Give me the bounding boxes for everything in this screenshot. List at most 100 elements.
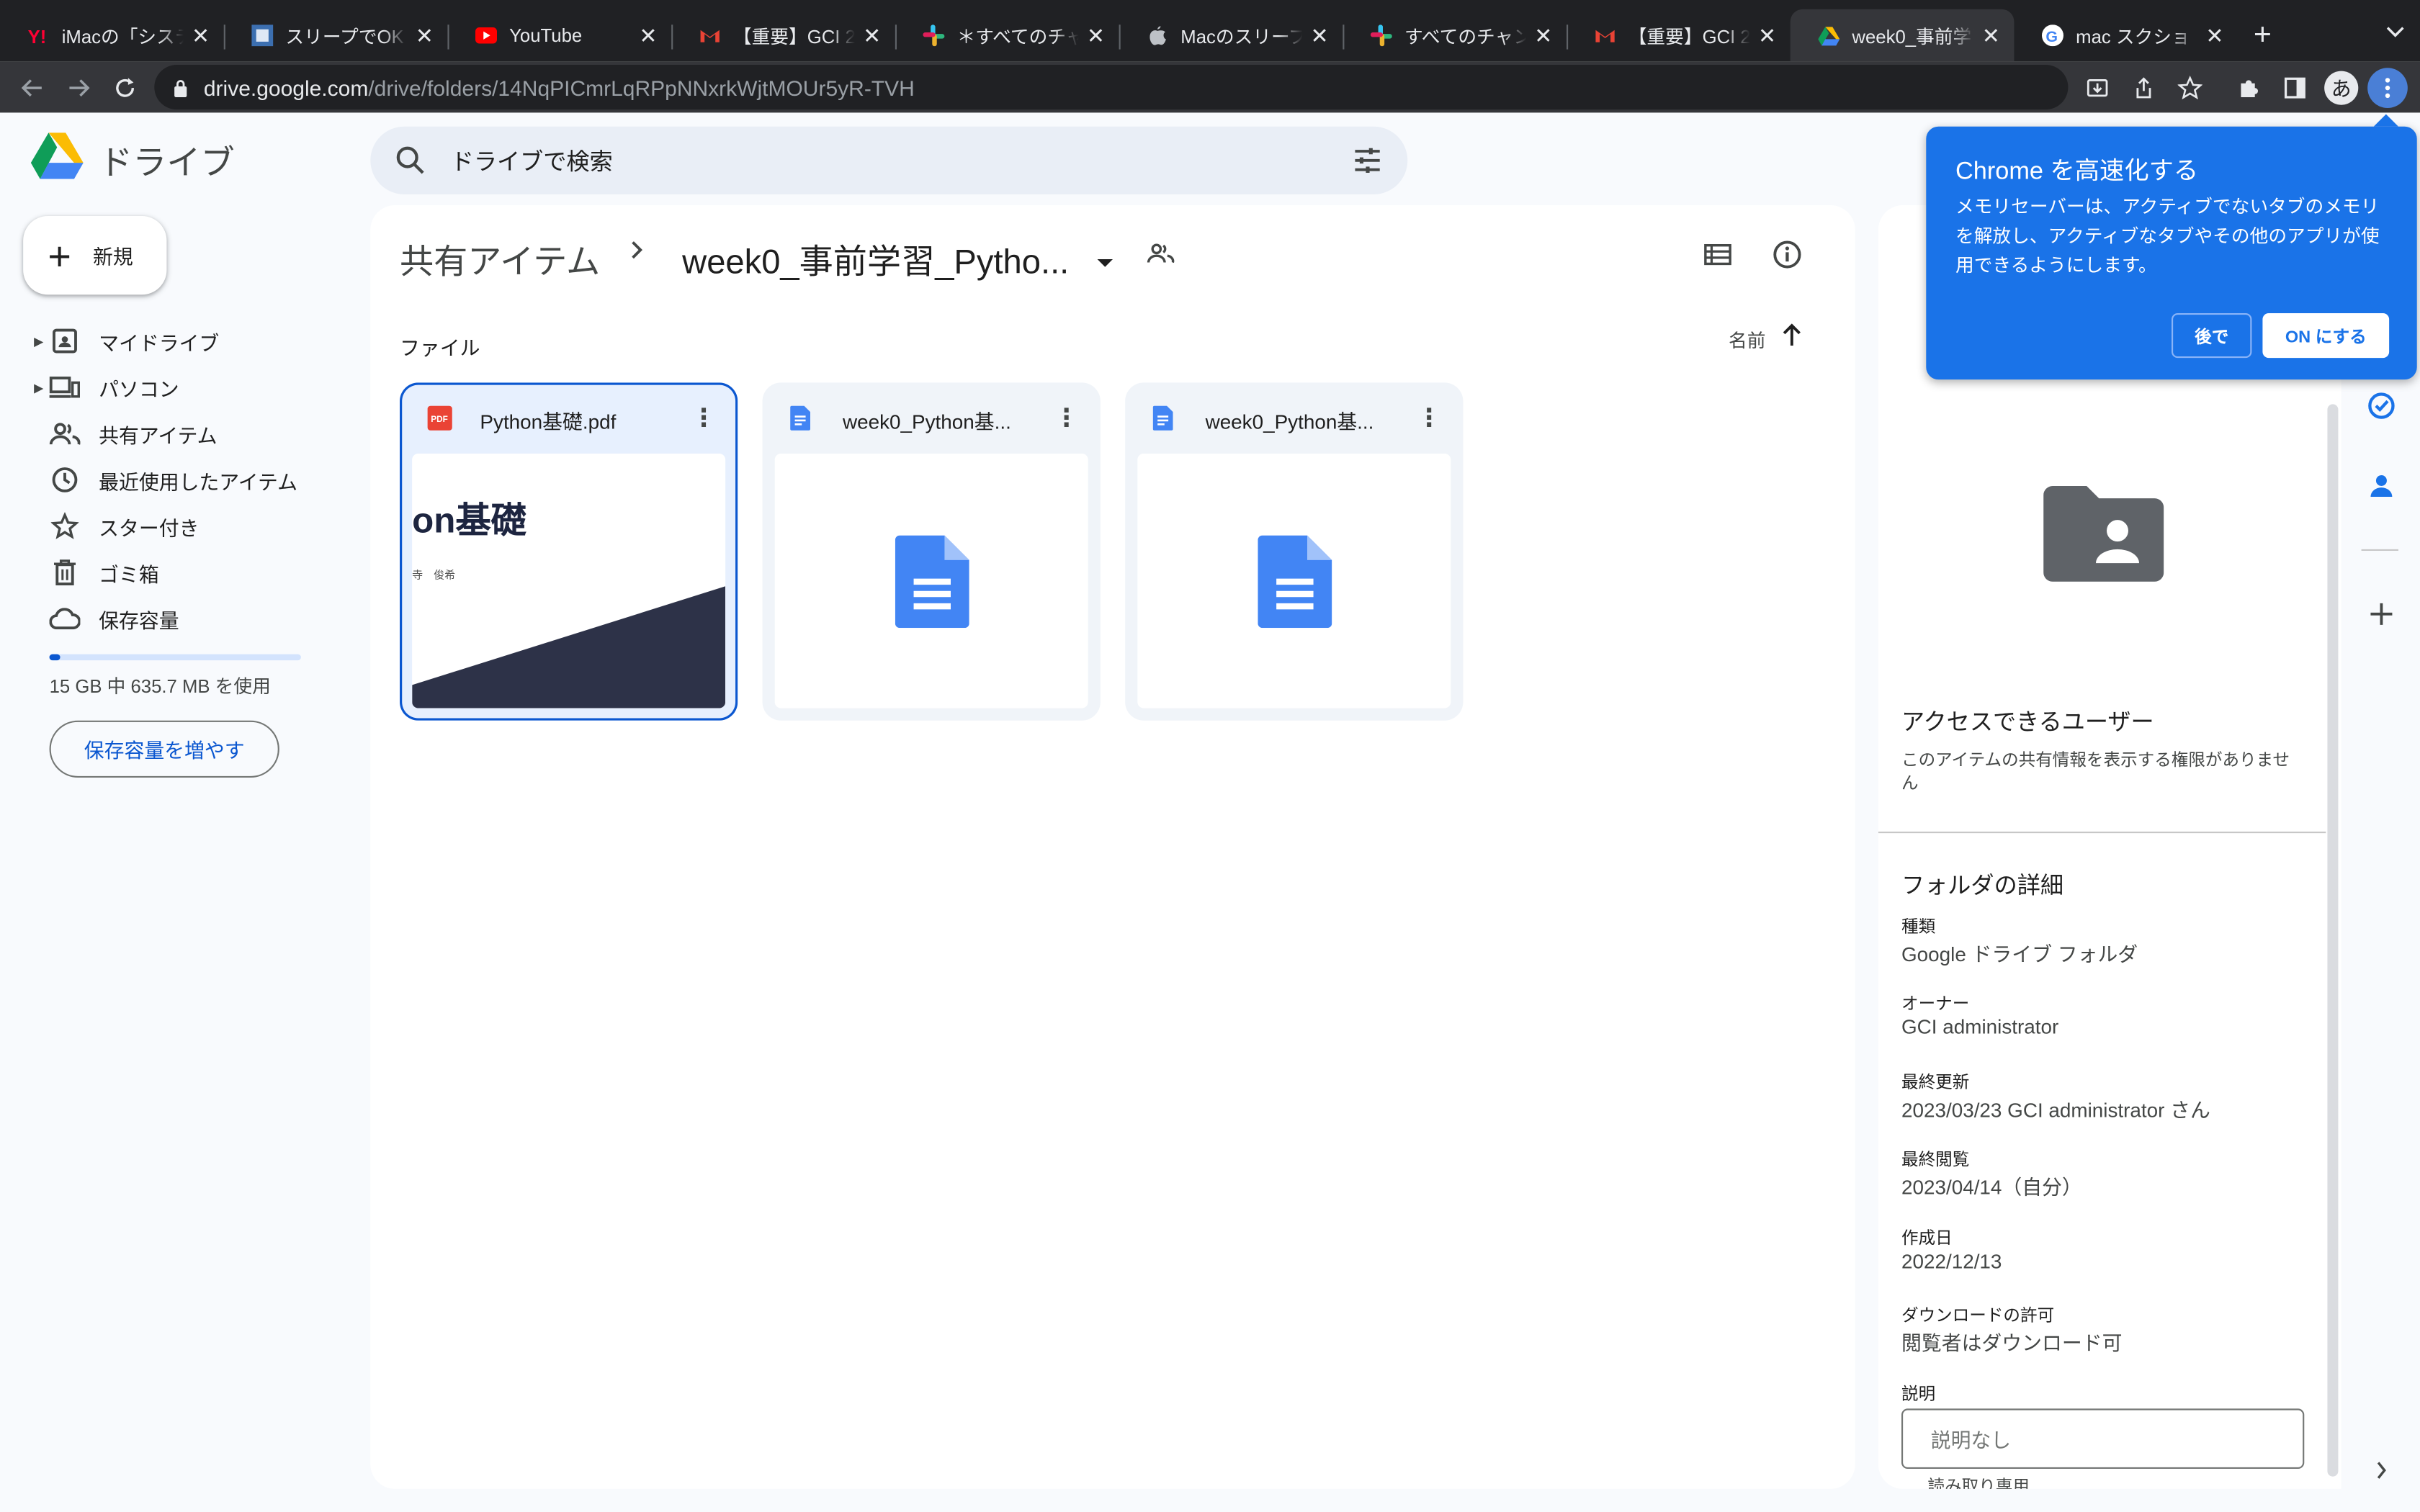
tab[interactable]: G mac スクショ シ ✕: [2014, 9, 2238, 62]
svg-text:G: G: [2045, 28, 2058, 45]
tab-active[interactable]: week0_事前学習 ✕: [1790, 9, 2015, 62]
storage-usage-text: 15 GB 中 635.7 MB を使用: [49, 675, 271, 698]
file-thumbnail: [1137, 454, 1451, 708]
lock-icon[interactable]: [173, 78, 188, 96]
details-scrollbar[interactable]: [2327, 404, 2339, 1477]
breadcrumb-parent[interactable]: 共有アイテム: [400, 235, 600, 284]
detail-value: 2023/03/23 GCI administrator さん: [1901, 1098, 2210, 1122]
info-icon[interactable]: [1772, 239, 1803, 278]
detail-label: 種類: [1901, 918, 1936, 937]
close-tab-icon[interactable]: ✕: [861, 22, 883, 47]
tab-title: Macのスリープ/: [1180, 25, 1303, 48]
list-view-icon[interactable]: [1704, 242, 1732, 274]
close-tab-icon[interactable]: ✕: [190, 22, 212, 47]
bookmark-star-icon[interactable]: [2170, 67, 2210, 107]
close-tab-icon[interactable]: ✕: [2204, 22, 2226, 47]
search-bar[interactable]: ドライブで検索: [370, 126, 1408, 194]
chevron-right-icon[interactable]: [2365, 1454, 2398, 1488]
access-description: このアイテムの共有情報を表示する権限がありません: [1901, 751, 2290, 793]
sidebar-item-computers[interactable]: ▶ パソコン: [31, 364, 340, 410]
more-actions-icon[interactable]: ⋮: [1417, 402, 1441, 433]
sidebar-item-trash[interactable]: ゴミ箱: [31, 549, 340, 595]
search-options-icon[interactable]: [1352, 145, 1383, 184]
storage-meter-fill: [49, 654, 60, 661]
tab-title: 【重要】GCI 202: [1628, 25, 1750, 48]
divider: [1878, 832, 2326, 834]
more-actions-icon[interactable]: ⋮: [691, 402, 716, 433]
computers-icon: [49, 372, 81, 402]
add-app-icon[interactable]: [2365, 597, 2398, 631]
detail-label: 作成日: [1901, 1229, 1953, 1248]
back-icon[interactable]: [9, 64, 55, 110]
sort-direction-icon[interactable]: [1781, 323, 1803, 355]
later-button[interactable]: 後で: [2172, 313, 2252, 359]
file-card-doc[interactable]: week0_Python基... ⋮: [762, 382, 1101, 721]
tab[interactable]: YouTube ✕: [447, 9, 671, 62]
detail-label: 最終更新: [1901, 1074, 1970, 1093]
tab[interactable]: すべてのチャンネ ✕: [1343, 9, 1567, 62]
sidebar-item-my-drive[interactable]: ▶ マイドライブ: [31, 318, 340, 364]
read-only-note: 読み取り専用: [1927, 1477, 2030, 1489]
side-panel-icon[interactable]: [2275, 67, 2316, 107]
sidebar-item-shared[interactable]: 共有アイテム: [31, 410, 340, 456]
file-name: week0_Python基...: [843, 410, 1011, 434]
tab[interactable]: Y! iMacの「システム ✕: [0, 9, 224, 62]
close-tab-icon[interactable]: ✕: [1980, 22, 2002, 47]
close-tab-icon[interactable]: ✕: [413, 22, 435, 47]
cloud-icon: [49, 603, 81, 634]
file-card-doc[interactable]: week0_Python基... ⋮: [1125, 382, 1464, 721]
forward-icon[interactable]: [55, 64, 102, 110]
close-tab-icon[interactable]: ✕: [637, 22, 659, 47]
address-bar[interactable]: drive.google.com/drive/folders/14NqPICmr…: [154, 65, 2069, 110]
file-browser: 共有アイテム week0_事前学習_Pytho... ファイル 名前 PDF P…: [370, 205, 1855, 1489]
contacts-icon[interactable]: [2365, 469, 2398, 503]
tab-title: iMacの「システム: [61, 25, 184, 48]
drive-logo[interactable]: ドライブ: [30, 132, 235, 186]
sidebar-item-label: 最近使用したアイテム: [99, 469, 297, 493]
tab[interactable]: 【重要】GCI 202 ✕: [1567, 9, 1791, 62]
google-icon: G: [2042, 24, 2063, 47]
search-input[interactable]: ドライブで検索: [451, 144, 613, 176]
new-button-label: 新規: [92, 245, 133, 269]
sort-by-name[interactable]: 名前: [1729, 327, 1765, 353]
tasks-icon[interactable]: [2365, 389, 2398, 423]
sidebar-item-recent[interactable]: 最近使用したアイテム: [31, 456, 340, 503]
chrome-menu-icon[interactable]: [2367, 67, 2408, 107]
enable-memory-saver-button[interactable]: ON にする: [2262, 313, 2390, 359]
tab[interactable]: スリープでOK！ ✕: [223, 9, 448, 62]
extensions-icon[interactable]: [2228, 67, 2269, 107]
detail-value: 2022/12/13: [1901, 1249, 2002, 1273]
install-app-icon[interactable]: [2077, 67, 2118, 107]
close-tab-icon[interactable]: ✕: [1085, 22, 1106, 47]
tab[interactable]: 【重要】GCI 202 ✕: [671, 9, 895, 62]
sidebar-item-starred[interactable]: スター付き: [31, 503, 340, 549]
close-tab-icon[interactable]: ✕: [1757, 22, 1778, 47]
close-tab-icon[interactable]: ✕: [1309, 22, 1330, 47]
close-tab-icon[interactable]: ✕: [1533, 22, 1554, 47]
svg-text:Y!: Y!: [28, 27, 47, 45]
file-card-pdf[interactable]: PDF Python基礎.pdf ⋮ on基礎 寺 俊希: [400, 382, 738, 721]
new-tab-button[interactable]: +: [2238, 9, 2287, 62]
detail-value: 2023/04/14（自分）: [1901, 1175, 2082, 1199]
youtube-icon: [475, 24, 497, 46]
chevron-right-icon: [629, 239, 645, 269]
plus-icon: +: [48, 232, 71, 279]
get-more-storage-button[interactable]: 保存容量を増やす: [49, 720, 279, 778]
expand-arrow-icon[interactable]: ▶: [34, 334, 43, 348]
folder-menu-dropdown-icon[interactable]: [1095, 248, 1114, 276]
profile-avatar[interactable]: あ: [2321, 67, 2362, 107]
tab-search-icon[interactable]: [2386, 19, 2405, 47]
tab-title: スリープでOK！: [285, 25, 407, 48]
breadcrumb-current[interactable]: week0_事前学習_Pytho...: [682, 235, 1069, 284]
sidebar-item-storage[interactable]: 保存容量: [31, 595, 340, 642]
reload-icon[interactable]: [102, 64, 148, 110]
more-actions-icon[interactable]: ⋮: [1054, 402, 1079, 433]
description-input[interactable]: 説明なし: [1901, 1408, 2305, 1469]
share-icon[interactable]: [2124, 67, 2164, 107]
expand-arrow-icon[interactable]: ▶: [34, 380, 43, 394]
tab[interactable]: ＊すべてのチャン ✕: [895, 9, 1119, 62]
search-icon[interactable]: [395, 145, 426, 184]
tab[interactable]: Macのスリープ/ ✕: [1119, 9, 1343, 62]
new-button[interactable]: + 新規: [23, 216, 167, 295]
url-host: drive.google.com: [203, 74, 369, 100]
